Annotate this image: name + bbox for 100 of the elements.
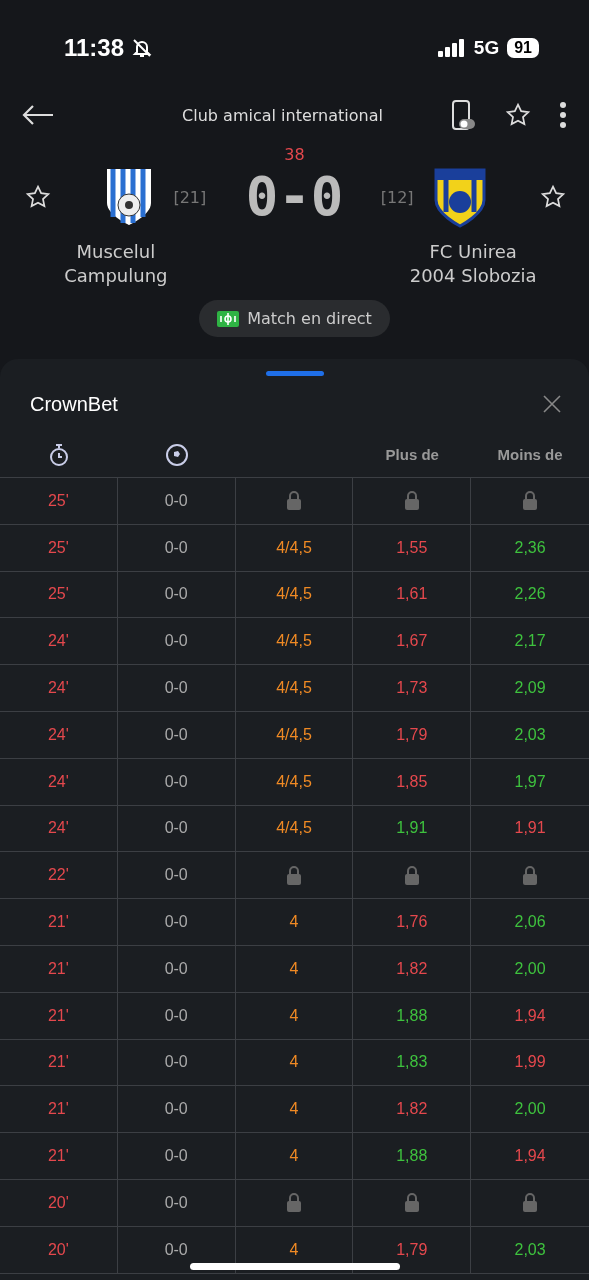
time-cell: 24' xyxy=(0,618,118,666)
status-time: 11:38 xyxy=(64,33,125,62)
close-icon[interactable] xyxy=(543,395,561,413)
odds-cell: 1,82 xyxy=(353,1086,472,1134)
team-crest xyxy=(105,167,154,227)
odds-cell: 1,73 xyxy=(353,665,472,712)
score-cell: 0-0 xyxy=(117,805,236,853)
time-cell: 22' xyxy=(0,852,118,900)
bookmaker-title: CrownBet xyxy=(30,392,118,416)
odds-cell: 1,88 xyxy=(353,992,472,1040)
time-cell: 24' xyxy=(0,758,118,806)
score-cell: 0-0 xyxy=(117,618,236,666)
lock-icon xyxy=(403,491,420,511)
team-name: FC Unirea 2004 Slobozia xyxy=(409,240,537,288)
lock-icon xyxy=(286,491,302,511)
match-score: 0-0 xyxy=(244,166,345,228)
odds-cell: 1,79 xyxy=(353,712,472,759)
odds-cell: 1,67 xyxy=(353,618,472,666)
score-cell: 0-0 xyxy=(117,712,236,759)
lock-icon xyxy=(403,865,420,885)
odds-cell: 1,82 xyxy=(353,945,472,993)
lock-icon xyxy=(522,865,539,885)
time-cell: 20' xyxy=(0,1226,118,1274)
line-cell: 4/4,5 xyxy=(235,758,354,806)
odds-cell: 2,06 xyxy=(471,899,589,946)
odds-cell: 1,99 xyxy=(471,1039,589,1087)
lock-icon xyxy=(522,491,539,511)
star-icon[interactable] xyxy=(539,184,566,210)
odds-cell: 1,83 xyxy=(353,1039,472,1087)
team-rank: [12] xyxy=(380,187,414,207)
score-cell: 0-0 xyxy=(117,478,236,525)
score-cell: 0-0 xyxy=(117,1039,236,1087)
line-cell: 4 xyxy=(235,1039,354,1087)
signal-icon xyxy=(437,38,466,57)
time-cell: 25' xyxy=(0,571,118,619)
odds-cell: 1,76 xyxy=(353,899,472,946)
odds-cell: 1,94 xyxy=(471,1133,589,1180)
score-cell: 0-0 xyxy=(117,945,236,993)
time-cell: 21' xyxy=(0,1039,118,1087)
line-cell: 4/4,5 xyxy=(235,665,354,712)
time-cell: 25' xyxy=(0,478,118,525)
odds-cell: 2,09 xyxy=(471,665,589,712)
odds-cell: 1,55 xyxy=(353,524,472,572)
odds-cell: 1,91 xyxy=(471,805,589,853)
lock-icon xyxy=(522,1193,539,1213)
odds-cell: 2,36 xyxy=(471,524,589,572)
score-cell: 0-0 xyxy=(117,758,236,806)
phone-toggle-icon[interactable] xyxy=(451,99,477,131)
stopwatch-icon xyxy=(47,442,70,467)
score-cell: 0-0 xyxy=(117,571,236,619)
time-cell: 24' xyxy=(0,665,118,712)
odds-cell: 1,61 xyxy=(353,571,472,619)
time-cell: 21' xyxy=(0,992,118,1040)
star-icon[interactable] xyxy=(25,184,52,210)
line-cell: 4 xyxy=(235,992,354,1040)
time-cell: 24' xyxy=(0,712,118,759)
score-cell: 0-0 xyxy=(117,1133,236,1180)
odds-cell: 2,03 xyxy=(471,1226,589,1274)
line-cell: 4/4,5 xyxy=(235,524,354,572)
team-crest xyxy=(433,166,486,228)
time-cell: 21' xyxy=(0,899,118,946)
score-cell: 0-0 xyxy=(117,992,236,1040)
odds-cell: 1,88 xyxy=(353,1133,472,1180)
more-menu-icon[interactable] xyxy=(559,101,567,129)
line-cell: 4/4,5 xyxy=(235,712,354,759)
odds-cell: 1,91 xyxy=(353,805,472,853)
odds-cell: 2,00 xyxy=(471,1086,589,1134)
back-arrow-icon[interactable] xyxy=(22,104,54,126)
score-cell: 0-0 xyxy=(117,665,236,712)
line-cell: 4 xyxy=(235,945,354,993)
odds-cell: 2,03 xyxy=(471,712,589,759)
team-rank: [21] xyxy=(173,187,207,207)
favorite-star-icon[interactable] xyxy=(505,102,531,128)
score-cell: 0-0 xyxy=(117,852,236,900)
battery-level: 91 xyxy=(507,37,539,58)
score-cell: 0-0 xyxy=(117,1179,236,1227)
column-header: Plus de xyxy=(385,446,439,463)
odds-cell: 1,97 xyxy=(471,758,589,806)
odds-cell: 1,85 xyxy=(353,758,472,806)
odds-cell: 1,94 xyxy=(471,992,589,1040)
network-label: 5G xyxy=(473,36,500,59)
lock-icon xyxy=(403,1193,420,1213)
match-minute: 38 xyxy=(284,145,305,164)
line-cell: 4 xyxy=(235,1133,354,1180)
team-name: Muscelul Campulung xyxy=(64,240,168,288)
live-match-button[interactable]: Match en direct xyxy=(199,300,390,337)
drag-handle[interactable] xyxy=(265,371,324,376)
line-cell: 4/4,5 xyxy=(235,618,354,666)
pitch-icon xyxy=(217,310,240,327)
line-cell: 4/4,5 xyxy=(235,571,354,619)
time-cell: 20' xyxy=(0,1179,118,1227)
lock-icon xyxy=(286,1193,302,1213)
time-cell: 25' xyxy=(0,524,118,572)
time-cell: 21' xyxy=(0,1133,118,1180)
line-cell: 4 xyxy=(235,899,354,946)
line-cell: 4 xyxy=(235,1086,354,1134)
score-cell: 0-0 xyxy=(117,524,236,572)
competition-title: Club amical international xyxy=(181,105,384,125)
time-cell: 21' xyxy=(0,945,118,993)
odds-cell: 2,00 xyxy=(471,945,589,993)
